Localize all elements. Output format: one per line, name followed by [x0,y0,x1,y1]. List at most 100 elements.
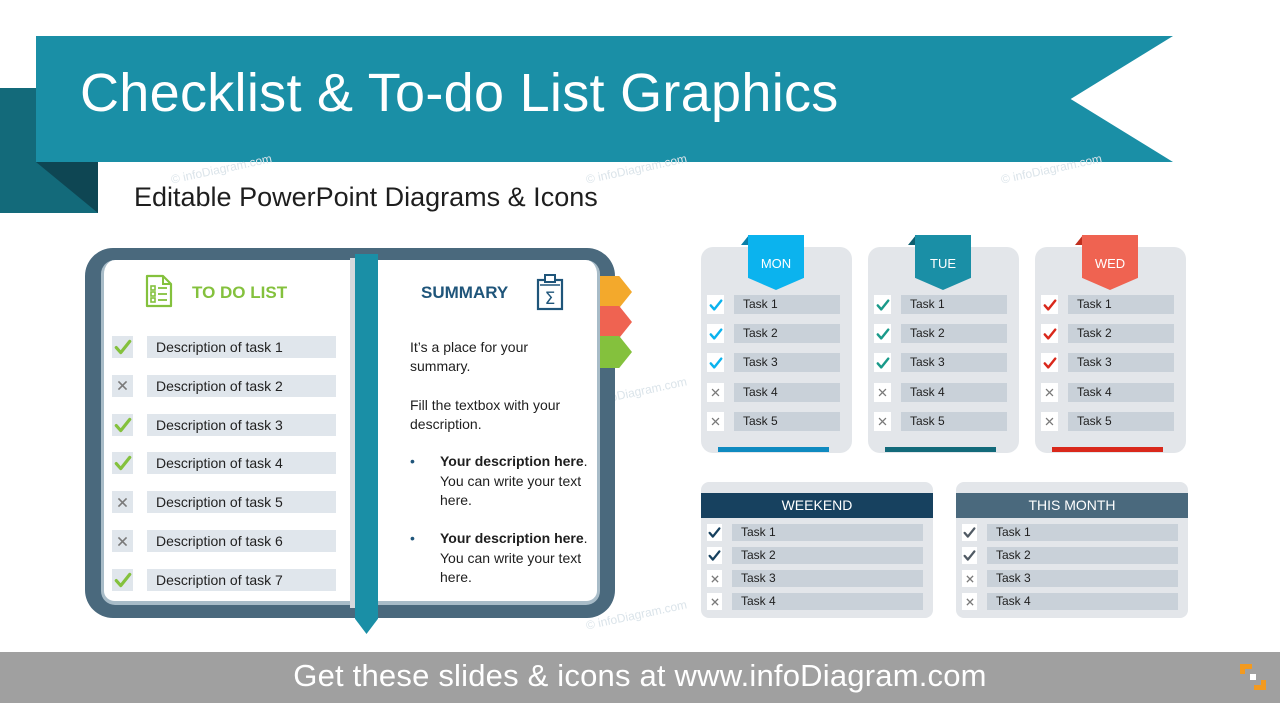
day-task-label: Task 3 [1068,353,1174,373]
day-task-item: Task 4 [1041,382,1174,402]
bullet-dot: • [410,453,415,469]
cross-icon[interactable] [707,411,724,431]
summary-title: SUMMARY [421,283,509,302]
cross-icon[interactable] [112,491,133,514]
cross-icon[interactable] [707,593,722,610]
cross-icon[interactable] [962,570,977,587]
day-task-label: Task 4 [734,382,840,402]
cross-icon[interactable] [707,570,722,587]
check-icon[interactable] [874,353,891,373]
list-task-item: Task 3 [962,570,1178,587]
day-task-label: Task 1 [1068,295,1174,314]
list-task-label: Task 4 [987,593,1178,610]
list-task-label: Task 4 [732,593,923,610]
list-task-item: Task 2 [962,547,1178,564]
cross-icon[interactable] [707,382,724,402]
bullet-bold: Your description here [440,453,584,469]
check-icon[interactable] [707,547,722,564]
day-task-label: Task 2 [901,324,1007,344]
list-task-label: Task 1 [732,524,923,541]
check-icon[interactable] [874,295,891,314]
day-task-label: Task 4 [901,382,1007,402]
day-task-label: Task 4 [1068,382,1174,402]
todo-item-label: Description of task 1 [147,336,336,358]
day-task-item: Task 2 [1041,324,1174,344]
check-icon[interactable] [707,324,724,344]
todo-item: Description of task 5 [112,491,336,514]
day-task-item: Task 4 [707,382,840,402]
day-task-label: Task 5 [901,411,1007,431]
check-icon[interactable] [112,413,133,436]
todo-list-title: TO DO LIST [192,283,288,302]
day-task-item: Task 1 [874,295,1007,314]
day-accent-bar [1052,447,1163,452]
day-task-item: Task 3 [707,353,840,373]
cross-icon[interactable] [962,593,977,610]
check-icon[interactable] [707,353,724,373]
flag-fold [908,235,916,245]
check-icon[interactable] [1041,353,1058,373]
cross-icon[interactable] [874,411,891,431]
cross-icon[interactable] [112,374,133,397]
list-task-label: Task 2 [732,547,923,564]
day-task-label: Task 5 [1068,411,1174,431]
check-icon[interactable] [962,547,977,564]
day-task-label: Task 1 [901,295,1007,314]
check-icon[interactable] [112,336,133,358]
cross-icon[interactable] [874,382,891,402]
day-task-label: Task 3 [901,353,1007,373]
check-icon[interactable] [112,568,133,591]
day-task-label: Task 2 [1068,324,1174,344]
page-tab-red[interactable] [600,306,632,338]
page-tab-orange[interactable] [600,276,632,308]
day-task-item: Task 5 [707,411,840,431]
todo-item: Description of task 3 [112,413,336,436]
day-task-item: Task 5 [874,411,1007,431]
todo-item-label: Description of task 2 [147,374,336,397]
check-icon[interactable] [874,324,891,344]
list-task-item: Task 4 [962,593,1178,610]
todo-item: Description of task 2 [112,374,336,397]
cross-icon[interactable] [112,530,133,552]
list-task-label: Task 3 [987,570,1178,587]
day-task-label: Task 2 [734,324,840,344]
footer-link-text[interactable]: Get these slides & icons at www.infoDiag… [0,658,1280,694]
check-icon[interactable] [962,524,977,541]
day-task-label: Task 5 [734,411,840,431]
page-title: Checklist & To-do List Graphics [80,63,839,123]
day-task-item: Task 5 [1041,411,1174,431]
summary-paragraph-2: Fill the textbox with your description. [410,397,561,432]
todo-item-label: Description of task 3 [147,413,336,436]
day-task-item: Task 1 [707,295,840,314]
todo-item-label: Description of task 7 [147,568,336,591]
page-subtitle: Editable PowerPoint Diagrams & Icons [134,182,598,212]
cross-icon[interactable] [1041,411,1058,431]
flag-fold [741,235,749,245]
todo-item: Description of task 1 [112,336,336,358]
day-task-item: Task 1 [1041,295,1174,314]
check-icon[interactable] [707,524,722,541]
check-icon[interactable] [1041,324,1058,344]
check-icon[interactable] [707,295,724,314]
todo-item-label: Description of task 6 [147,530,336,552]
todo-item: Description of task 4 [112,452,336,475]
list-task-item: Task 1 [707,524,923,541]
bookmark-ribbon [355,254,378,634]
cross-icon[interactable] [1041,382,1058,402]
day-task-item: Task 3 [1041,353,1174,373]
list-task-label: Task 2 [987,547,1178,564]
page-tab-green[interactable] [600,336,632,368]
clipboard-sigma-icon: Σ [536,273,564,316]
list-task-label: Task 1 [987,524,1178,541]
checklist-document-icon [145,274,173,313]
list-task-item: Task 2 [707,547,923,564]
check-icon[interactable] [112,452,133,475]
summary-bullet-2: Your description here. You can write you… [440,529,590,588]
check-icon[interactable] [1041,295,1058,314]
todo-item: Description of task 6 [112,530,336,552]
list-card-header: THIS MONTH [956,493,1188,518]
bullet-bold: Your description here [440,530,584,546]
day-accent-bar [718,447,829,452]
svg-text:Σ: Σ [545,289,556,309]
flag-fold [1075,235,1083,245]
